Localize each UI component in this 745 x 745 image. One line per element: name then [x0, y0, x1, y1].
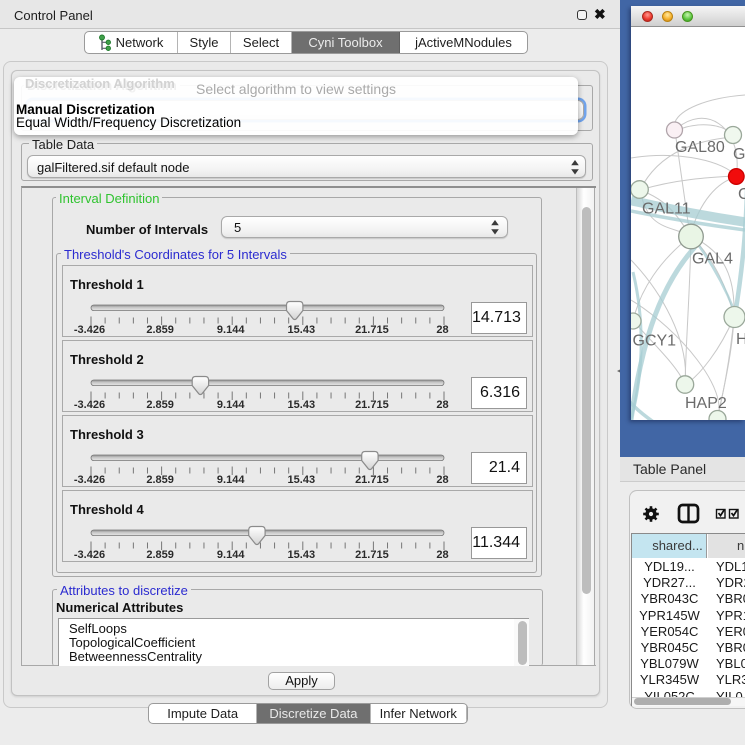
svg-text:15.43: 15.43	[288, 549, 316, 561]
svg-text:2.859: 2.859	[146, 474, 174, 486]
svg-text:21.715: 21.715	[355, 549, 389, 561]
svg-text:GA: GA	[733, 146, 745, 163]
svg-text:15.43: 15.43	[288, 474, 316, 486]
svg-text:28: 28	[436, 549, 448, 561]
svg-text:9.144: 9.144	[217, 399, 245, 411]
svg-text:2.859: 2.859	[146, 549, 174, 561]
svg-text:GAL11: GAL11	[642, 201, 691, 218]
svg-text:2.859: 2.859	[146, 324, 174, 336]
svg-text:-3.426: -3.426	[74, 549, 105, 561]
svg-text:21.715: 21.715	[355, 399, 389, 411]
svg-text:9.144: 9.144	[217, 549, 245, 561]
svg-text:9.144: 9.144	[217, 474, 245, 486]
svg-text:-3.426: -3.426	[74, 474, 105, 486]
svg-text:GAL80: GAL80	[675, 139, 725, 156]
svg-text:28: 28	[436, 474, 448, 486]
svg-text:2.859: 2.859	[146, 399, 174, 411]
svg-text:GAL4: GAL4	[692, 251, 733, 268]
svg-text:28: 28	[436, 324, 448, 336]
svg-text:-3.426: -3.426	[74, 324, 105, 336]
svg-text:C: C	[738, 186, 745, 203]
svg-text:H: H	[736, 331, 745, 348]
svg-text:-3.426: -3.426	[74, 399, 105, 411]
svg-text:21.715: 21.715	[355, 324, 389, 336]
svg-text:GCY1: GCY1	[633, 333, 677, 350]
svg-text:9.144: 9.144	[217, 324, 245, 336]
svg-text:28: 28	[436, 399, 448, 411]
svg-text:15.43: 15.43	[288, 324, 316, 336]
svg-text:HAP2: HAP2	[685, 395, 727, 412]
svg-text:21.715: 21.715	[355, 474, 389, 486]
svg-text:15.43: 15.43	[288, 399, 316, 411]
